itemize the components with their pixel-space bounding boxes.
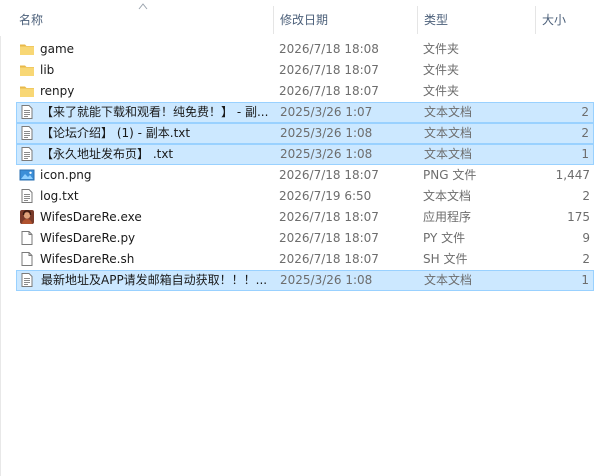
file-type: 文件夹 — [423, 84, 460, 98]
file-name: icon.png — [40, 168, 92, 182]
file-size — [530, 39, 590, 60]
file-name: 【永久地址发布页】 .txt — [41, 147, 174, 161]
file-size — [530, 60, 590, 81]
app-icon — [19, 209, 35, 225]
text-file-icon — [19, 188, 35, 204]
file-size: 1,447 — [555, 168, 590, 182]
file-type: 文本文档 — [424, 273, 473, 287]
column-header-name[interactable]: 名称 — [19, 0, 43, 36]
file-type: PNG 文件 — [423, 168, 477, 182]
file-row[interactable]: log.txt 2026/7/19 6:50 文本文档 2 — [16, 186, 594, 207]
folder-icon — [19, 41, 35, 57]
file-modified-date: 2026/7/18 18:07 — [279, 252, 379, 266]
file-type: SH 文件 — [423, 252, 468, 266]
file-type: 文件夹 — [423, 63, 460, 77]
file-row[interactable]: icon.png 2026/7/18 18:07 PNG 文件 1,447 — [16, 165, 594, 186]
file-type: 文件夹 — [423, 42, 460, 56]
file-type: 文本文档 — [424, 147, 473, 161]
file-row[interactable]: 【论坛介绍】 (1) - 副本.txt 2025/3/26 1:08 文本文档 2 — [16, 123, 594, 144]
folder-icon — [19, 83, 35, 99]
file-row[interactable]: game 2026/7/18 18:08 文件夹 — [16, 39, 594, 60]
window-border — [0, 0, 1, 476]
file-type: 应用程序 — [423, 210, 472, 224]
file-row[interactable]: lib 2026/7/18 18:07 文件夹 — [16, 60, 594, 81]
file-size — [530, 81, 590, 102]
text-file-icon — [19, 146, 35, 162]
file-modified-date: 2026/7/19 6:50 — [279, 189, 372, 203]
column-resize-handle[interactable] — [417, 6, 418, 34]
file-size: 2 — [581, 126, 589, 140]
file-size: 2 — [582, 189, 590, 203]
file-name: WifesDareRe.sh — [40, 252, 135, 266]
file-type: 文本文档 — [424, 105, 473, 119]
file-size: 1 — [581, 147, 589, 161]
folder-icon — [19, 62, 35, 78]
file-type: 文本文档 — [424, 126, 473, 140]
text-file-icon — [19, 104, 35, 120]
blank-file-icon — [19, 251, 35, 267]
file-name: WifesDareRe.exe — [40, 210, 142, 224]
column-header-bar: 名称 修改日期 类型 大小 — [0, 0, 601, 36]
file-size: 2 — [582, 252, 590, 266]
column-header-size[interactable]: 大小 — [542, 0, 566, 36]
file-modified-date: 2025/3/26 1:08 — [280, 126, 373, 140]
file-row[interactable]: WifesDareRe.py 2026/7/18 18:07 PY 文件 9 — [16, 228, 594, 249]
column-header-type[interactable]: 类型 — [424, 0, 448, 36]
file-type: PY 文件 — [423, 231, 466, 245]
file-name: 【论坛介绍】 (1) - 副本.txt — [41, 126, 191, 140]
text-file-icon — [19, 125, 35, 141]
file-name: renpy — [40, 84, 75, 98]
file-row[interactable]: 【永久地址发布页】 .txt 2025/3/26 1:08 文本文档 1 — [16, 144, 594, 165]
file-modified-date: 2025/3/26 1:07 — [280, 105, 373, 119]
file-row[interactable]: WifesDareRe.exe 2026/7/18 18:07 应用程序 175 — [16, 207, 594, 228]
file-row[interactable]: 最新地址及APP请发邮箱自动获取！！！... 2025/3/26 1:08 文本文档… — [16, 270, 594, 291]
file-row[interactable]: WifesDareRe.sh 2026/7/18 18:07 SH 文件 2 — [16, 249, 594, 270]
sort-ascending-icon — [138, 3, 148, 10]
file-name: 最新地址及APP请发邮箱自动获取！！！... — [41, 273, 268, 287]
file-modified-date: 2026/7/18 18:07 — [279, 231, 379, 245]
image-file-icon — [19, 167, 35, 183]
file-name: 【来了就能下载和观看！纯免费！】 - 副... — [41, 105, 269, 119]
file-modified-date: 2025/3/26 1:08 — [280, 273, 373, 287]
file-modified-date: 2026/7/18 18:07 — [279, 168, 379, 182]
file-explorer-window: 名称 修改日期 类型 大小 game 2026/7/18 18:08 文件夹 lib 2… — [0, 0, 601, 476]
file-modified-date: 2026/7/18 18:08 — [279, 42, 379, 56]
column-resize-handle[interactable] — [535, 6, 536, 34]
text-file-icon — [19, 272, 35, 288]
blank-file-icon — [19, 230, 35, 246]
column-header-date[interactable]: 修改日期 — [280, 0, 328, 36]
file-size: 1 — [581, 273, 589, 287]
file-size: 9 — [582, 231, 590, 245]
file-name: lib — [40, 63, 55, 77]
file-row[interactable]: renpy 2026/7/18 18:07 文件夹 — [16, 81, 594, 102]
file-row[interactable]: 【来了就能下载和观看！纯免费！】 - 副... 2025/3/26 1:07 文本文… — [16, 102, 594, 123]
file-name: game — [40, 42, 75, 56]
file-modified-date: 2026/7/18 18:07 — [279, 63, 379, 77]
file-size: 175 — [567, 210, 590, 224]
column-resize-handle[interactable] — [273, 6, 274, 34]
file-name: WifesDareRe.py — [40, 231, 136, 245]
file-modified-date: 2026/7/18 18:07 — [279, 84, 379, 98]
file-name: log.txt — [40, 189, 79, 203]
file-size: 2 — [581, 105, 589, 119]
file-type: 文本文档 — [423, 189, 472, 203]
file-modified-date: 2025/3/26 1:08 — [280, 147, 373, 161]
file-modified-date: 2026/7/18 18:07 — [279, 210, 379, 224]
